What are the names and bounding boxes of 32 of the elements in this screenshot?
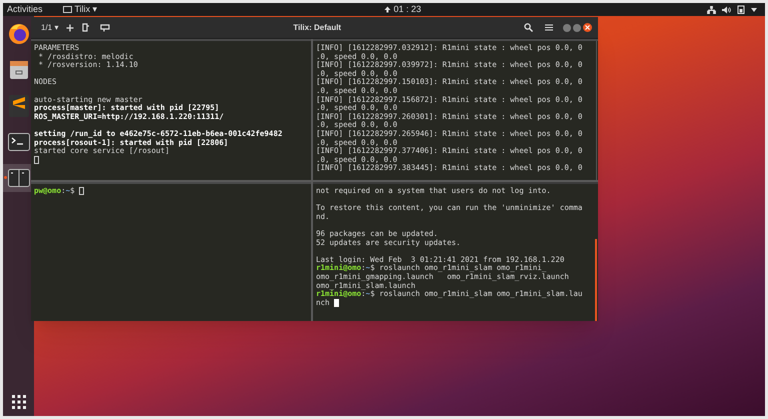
file-cabinet-icon	[8, 60, 28, 80]
maximize-button[interactable]	[573, 24, 581, 32]
minimize-button[interactable]	[563, 24, 571, 32]
menu-icon[interactable]	[545, 24, 553, 31]
scrollbar[interactable]	[596, 41, 597, 180]
battery-icon[interactable]	[737, 5, 745, 14]
volume-icon[interactable]	[722, 6, 731, 14]
add-icon[interactable]	[66, 24, 74, 32]
terminal-app-icon	[62, 6, 72, 13]
app-menu[interactable]: Tilix ▾	[74, 2, 98, 16]
search-icon[interactable]	[524, 23, 533, 32]
running-indicator	[4, 176, 7, 179]
split-down-icon[interactable]	[100, 24, 110, 32]
terminal-pane[interactable]	[31, 39, 311, 180]
split-icon[interactable]	[82, 23, 90, 32]
terminal-pane[interactable]	[313, 182, 598, 321]
session-switcher[interactable]: 1/1 ▾	[37, 22, 62, 34]
terminal-pane[interactable]	[313, 39, 598, 180]
terminal-icon	[8, 133, 30, 151]
clock[interactable]: 01 : 23	[394, 2, 422, 16]
app-grid-icon[interactable]	[10, 394, 26, 410]
alarm-icon	[384, 6, 391, 13]
close-button[interactable]	[583, 23, 592, 32]
dock-item[interactable]	[3, 164, 34, 192]
window-title: Tilix: Default	[293, 22, 342, 34]
scrollbar[interactable]	[595, 238, 597, 321]
split-terminal-icon	[8, 169, 30, 187]
caret-icon[interactable]	[751, 8, 757, 12]
close-icon	[585, 25, 590, 30]
activities-button[interactable]: Activities	[7, 2, 43, 16]
network-icon[interactable]	[707, 6, 716, 14]
browser-icon	[8, 23, 30, 45]
